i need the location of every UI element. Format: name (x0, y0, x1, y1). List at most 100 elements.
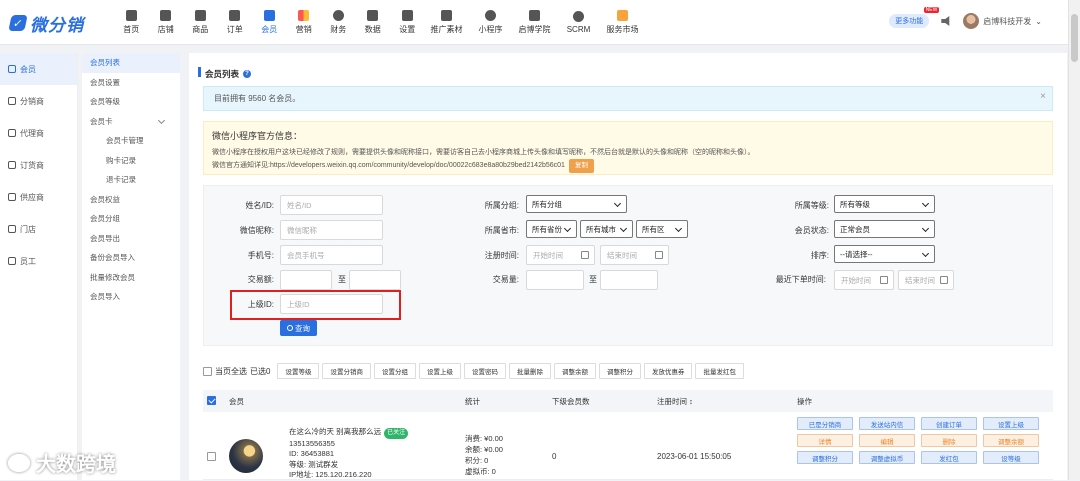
reg-start-input[interactable]: 开始时间 (526, 245, 595, 265)
nickname-input[interactable]: 微信昵称 (280, 220, 383, 240)
scrollbar-thumb[interactable] (1071, 14, 1078, 62)
sidebar-item-3[interactable]: 订货商 (0, 149, 77, 181)
academy-icon (529, 10, 540, 21)
last-order-end-input[interactable]: 结束时间 (898, 270, 954, 290)
submenu-item-7[interactable]: 会员权益 (82, 190, 180, 210)
row-checkbox[interactable] (207, 452, 216, 461)
row-op-button-7[interactable]: 调整余额 (983, 434, 1039, 447)
row-op-button-1[interactable]: 发送站内信 (859, 417, 915, 430)
nav-item-12[interactable]: SCRM (557, 0, 601, 45)
top-navbar: ✓ 微分销 首页 店铺 商品 订单 会员 营销 财务 数据 设置 推广素材 小程序 启博学院 SCRM 服… (0, 0, 1080, 45)
submenu-item-11[interactable]: 批量修改会员 (82, 268, 180, 288)
help-icon[interactable]: ? (243, 70, 252, 78)
sidebar-item-0[interactable]: 会员 (0, 53, 77, 85)
submenu-item-8[interactable]: 会员分组 (82, 209, 180, 229)
bulk-button-3[interactable]: 设置上级 (418, 363, 461, 379)
row-op-button-4[interactable]: 详情 (797, 434, 853, 447)
row-op-button-8[interactable]: 调整积分 (797, 451, 853, 464)
row-op-button-2[interactable]: 创建订单 (921, 417, 977, 430)
submenu-item-label: 会员导入 (90, 292, 120, 302)
close-icon[interactable]: × (1040, 91, 1046, 102)
nav-item-4[interactable]: 会员 (252, 0, 287, 45)
sidebar-item-icon (8, 193, 16, 201)
row-op-button-11[interactable]: 设等级 (983, 451, 1039, 464)
submenu-item-4[interactable]: 会员卡管理 (82, 131, 180, 151)
level-select[interactable]: 所有等级 (834, 195, 935, 213)
more-features-button[interactable]: 更多功能 NEW (889, 7, 940, 28)
calendar-icon (880, 276, 888, 284)
page-scrollbar[interactable] (1068, 0, 1080, 480)
reg-end-input[interactable]: 结束时间 (600, 245, 669, 265)
row-op-button-3[interactable]: 设置上级 (983, 417, 1039, 430)
copy-button[interactable]: 复制 (568, 159, 594, 173)
province-select[interactable]: 所有省份 (526, 220, 577, 238)
nav-item-11[interactable]: 启博学院 (513, 0, 557, 45)
nav-item-0[interactable]: 首页 (114, 0, 149, 45)
submenu-item-5[interactable]: 购卡记录 (82, 151, 180, 171)
select-all-checkbox[interactable] (203, 366, 212, 376)
status-select[interactable]: 正常会员 (834, 220, 935, 238)
col-reg-time[interactable]: 注册时间 ↕ (657, 396, 693, 407)
sidebar-item-label: 会员 (20, 64, 36, 74)
bulk-button-7[interactable]: 调整积分 (598, 363, 641, 379)
sidebar-item-label: 代理商 (20, 128, 44, 138)
row-op-button-9[interactable]: 调整虚拟币 (859, 451, 915, 464)
submenu-item-12[interactable]: 会员导入 (82, 287, 180, 307)
submenu-item-10[interactable]: 备份会员导入 (82, 248, 180, 268)
nav-item-10[interactable]: 小程序 (469, 0, 513, 45)
row-op-button-5[interactable]: 编辑 (859, 434, 915, 447)
submenu-item-6[interactable]: 退卡记录 (82, 170, 180, 190)
row-op-button-0[interactable]: 已是分销商 (797, 417, 853, 430)
nav-item-5[interactable]: 营销 (287, 0, 322, 45)
header-checkbox[interactable] (207, 396, 216, 405)
nav-item-1[interactable]: 店铺 (149, 0, 184, 45)
bulk-button-5[interactable]: 批量删除 (508, 363, 551, 379)
last-order-start-input[interactable]: 开始时间 (834, 270, 894, 290)
speaker-icon[interactable] (941, 16, 950, 26)
trade-amount-max-input[interactable] (349, 270, 401, 290)
trade-amount-min-input[interactable] (280, 270, 332, 290)
nav-item-8[interactable]: 设置 (390, 0, 425, 45)
sidebar-item-1[interactable]: 分销商 (0, 85, 77, 117)
user-menu[interactable]: 启博科技开发 ⌄ (963, 13, 1042, 29)
nav-item-13[interactable]: 服务市场 (601, 0, 645, 45)
sidebar-item-2[interactable]: 代理商 (0, 117, 77, 149)
nav-item-2[interactable]: 商品 (183, 0, 218, 45)
bulk-button-9[interactable]: 批量发红包 (695, 363, 744, 379)
row-op-button-10[interactable]: 发红包 (921, 451, 977, 464)
bulk-button-1[interactable]: 设置分销商 (322, 363, 371, 379)
sort-select[interactable]: --请选择-- (834, 245, 935, 263)
nav-item-6[interactable]: 财务 (321, 0, 356, 45)
row-op-button-6[interactable]: 删除 (921, 434, 977, 447)
submenu-item-2[interactable]: 会员等级 (82, 92, 180, 112)
submenu-item-0[interactable]: 会员列表 (82, 53, 180, 73)
bulk-button-2[interactable]: 设置分组 (373, 363, 416, 379)
trade-qty-min-input[interactable] (526, 270, 584, 290)
sidebar-item-label: 订货商 (20, 160, 44, 170)
nav-item-3[interactable]: 订单 (218, 0, 253, 45)
search-button[interactable]: 查询 (280, 320, 317, 336)
bulk-button-8[interactable]: 发放优惠券 (643, 363, 693, 379)
sidebar-item-5[interactable]: 门店 (0, 213, 77, 245)
sidebar-item-6[interactable]: 员工 (0, 245, 77, 277)
bulk-button-0[interactable]: 设置等级 (277, 363, 320, 379)
district-select[interactable]: 所有区 (636, 220, 688, 238)
phone-input[interactable]: 会员手机号 (280, 245, 383, 265)
bulk-button-6[interactable]: 调整余额 (553, 363, 596, 379)
nav-item-9[interactable]: 推广素材 (425, 0, 469, 45)
select-all-page[interactable]: 当页全选 已选0 (203, 366, 270, 377)
group-select[interactable]: 所有分组 (526, 195, 627, 213)
sidebar-item-4[interactable]: 供应商 (0, 181, 77, 213)
nav-item-7[interactable]: 数据 (356, 0, 391, 45)
city-select[interactable]: 所有城市 (580, 220, 633, 238)
chevron-down-icon (157, 116, 166, 124)
bulk-button-4[interactable]: 设置密码 (463, 363, 506, 379)
trade-qty-max-input[interactable] (600, 270, 658, 290)
filter-panel: 姓名/ID: 姓名/ID 微信昵称: 微信昵称 手机号: 会员手机号 交易额: … (203, 185, 1053, 346)
submenu-item-3[interactable]: 会员卡 (82, 112, 180, 132)
brand-logo[interactable]: ✓ 微分销 (8, 10, 84, 36)
name-id-input[interactable]: 姓名/ID (280, 195, 383, 215)
submenu-item-9[interactable]: 会员导出 (82, 229, 180, 249)
stat-consume: 消费: ¥0.00 (465, 434, 503, 443)
submenu-item-1[interactable]: 会员设置 (82, 73, 180, 93)
